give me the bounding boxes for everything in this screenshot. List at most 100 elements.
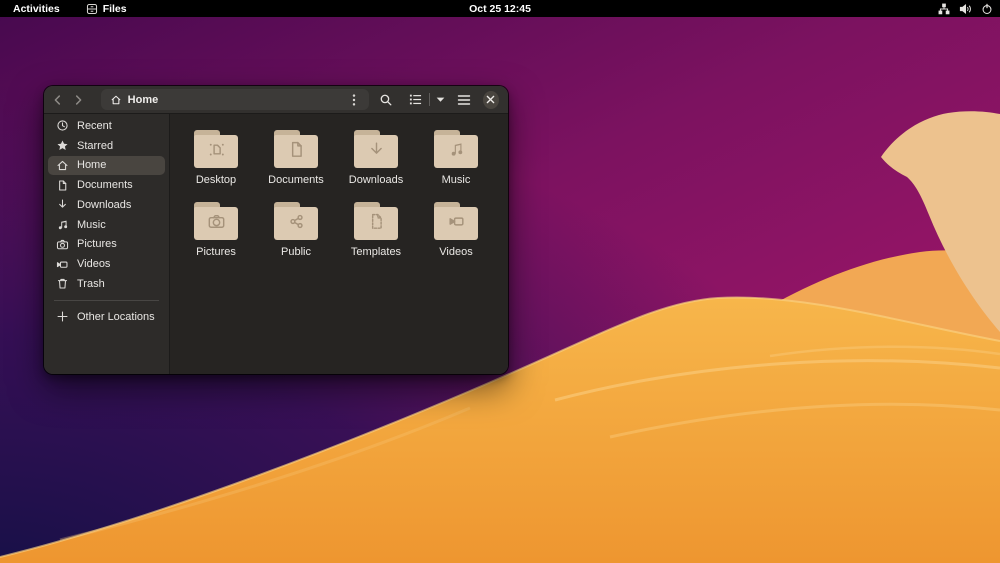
search-icon — [379, 93, 393, 107]
sidebar-separator — [54, 299, 159, 301]
folder-icon — [274, 130, 318, 168]
folder-label: Desktop — [195, 174, 237, 186]
folder-item-templates[interactable]: Templates — [336, 194, 416, 266]
activities-button[interactable]: Activities — [9, 0, 64, 17]
folder-item-music[interactable]: Music — [416, 122, 496, 194]
folder-label: Music — [441, 174, 471, 186]
folder-icon — [274, 202, 318, 240]
folder-icon — [354, 202, 398, 240]
star-icon — [55, 139, 69, 152]
document-icon — [55, 179, 69, 192]
file-browser-pane[interactable]: Desktop Documents Downloads Music Pictures Pu… — [170, 114, 508, 374]
list-view-icon — [409, 93, 422, 106]
close-window-button[interactable] — [482, 90, 500, 109]
path-bar[interactable]: Home — [100, 89, 369, 111]
close-icon — [486, 95, 495, 104]
folder-item-downloads[interactable]: Downloads — [336, 122, 416, 194]
back-button[interactable] — [48, 89, 68, 111]
sidebar-item-label: Music — [77, 218, 106, 231]
back-arrow-icon — [51, 93, 65, 107]
sidebar-item-downloads[interactable]: Downloads — [48, 195, 165, 215]
sidebar-item-label: Pictures — [77, 238, 117, 251]
folder-item-videos[interactable]: Videos — [416, 194, 496, 266]
view-options-dropdown[interactable] — [432, 89, 448, 111]
network-icon — [938, 3, 950, 15]
app-name-label: Files — [102, 2, 127, 15]
header-bar: Home — [44, 86, 508, 114]
clock-icon — [55, 119, 69, 132]
sidebar-item-pictures[interactable]: Pictures — [48, 235, 165, 255]
sidebar-item-music[interactable]: Music — [48, 215, 165, 235]
folder-label: Videos — [439, 246, 473, 258]
document-emblem-icon — [274, 138, 318, 161]
folder-label: Downloads — [348, 174, 404, 186]
home-icon — [110, 94, 122, 106]
sidebar-item-label: Videos — [77, 258, 111, 271]
chevron-down-icon — [436, 97, 445, 103]
view-toggle-separator — [429, 93, 431, 106]
system-status-area[interactable] — [938, 0, 993, 17]
folder-label: Templates — [350, 246, 402, 258]
folder-label: Pictures — [196, 246, 236, 258]
sidebar-item-starred[interactable]: Starred — [48, 136, 165, 156]
sidebar-item-videos[interactable]: Videos — [48, 254, 165, 274]
list-view-button[interactable] — [403, 89, 427, 111]
music-note-icon — [55, 218, 69, 231]
folder-label: Public — [281, 246, 311, 258]
main-menu-button[interactable] — [453, 89, 475, 111]
camera-icon — [55, 238, 69, 251]
clock[interactable]: Oct 25 12:45 — [0, 3, 1000, 15]
view-toggle-button[interactable] — [403, 89, 448, 110]
folder-label: Documents — [268, 174, 324, 186]
folder-icon — [354, 130, 398, 168]
trash-icon — [55, 277, 69, 290]
sidebar-item-label: Trash — [77, 277, 105, 290]
sidebar-item-other-locations[interactable]: Other Locations — [48, 307, 165, 327]
folder-icon — [434, 202, 478, 240]
top-bar: Activities Files Oct 25 12:45 — [0, 0, 1000, 17]
plus-icon — [55, 310, 69, 323]
video-camera-icon — [55, 258, 69, 271]
sidebar-item-recent[interactable]: Recent — [48, 116, 165, 136]
template-emblem-icon — [354, 210, 398, 233]
sidebar-item-label: Other Locations — [77, 310, 155, 323]
volume-icon — [959, 3, 972, 15]
sidebar-item-label: Recent — [77, 119, 112, 132]
forward-button[interactable] — [68, 89, 88, 111]
files-window: Home Recent Starred Home Documents Downl… — [44, 86, 508, 374]
folder-item-pictures[interactable]: Pictures — [176, 194, 256, 266]
activities-label: Activities — [13, 2, 60, 15]
sidebar-item-label: Starred — [77, 139, 114, 152]
folder-grid: Desktop Documents Downloads Music Pictures Pu… — [170, 114, 508, 266]
forward-arrow-icon — [71, 93, 85, 107]
folder-item-public[interactable]: Public — [256, 194, 336, 266]
home-icon — [55, 159, 69, 172]
search-button[interactable] — [376, 89, 398, 111]
share-emblem-icon — [274, 210, 318, 233]
focused-app-button[interactable]: Files — [82, 0, 131, 17]
sidebar-item-label: Downloads — [77, 198, 132, 211]
folder-icon — [434, 130, 478, 168]
sidebar-item-label: Documents — [77, 179, 133, 192]
video-emblem-icon — [434, 210, 478, 233]
music-emblem-icon — [434, 138, 478, 161]
sidebar-item-label: Home — [77, 159, 107, 172]
sidebar-item-home[interactable]: Home — [48, 155, 165, 176]
current-location-label: Home — [127, 93, 159, 106]
folder-icon — [194, 130, 238, 168]
camera-emblem-icon — [194, 210, 238, 233]
sidebar-item-trash[interactable]: Trash — [48, 274, 165, 294]
hamburger-menu-icon — [457, 94, 471, 106]
folder-item-desktop[interactable]: Desktop — [176, 122, 256, 194]
sidebar: Recent Starred Home Documents Downloads Music… — [44, 114, 170, 374]
sidebar-item-documents[interactable]: Documents — [48, 175, 165, 195]
desktop-emblem-icon — [194, 138, 238, 161]
download-emblem-icon — [354, 138, 398, 161]
kebab-menu-icon — [352, 93, 356, 107]
location-options-button[interactable] — [342, 89, 366, 111]
files-app-icon — [86, 3, 98, 15]
download-icon — [55, 198, 69, 211]
desktop: Activities Files Oct 25 12:45 Home Recen… — [0, 0, 1000, 563]
folder-item-documents[interactable]: Documents — [256, 122, 336, 194]
folder-icon — [194, 202, 238, 240]
